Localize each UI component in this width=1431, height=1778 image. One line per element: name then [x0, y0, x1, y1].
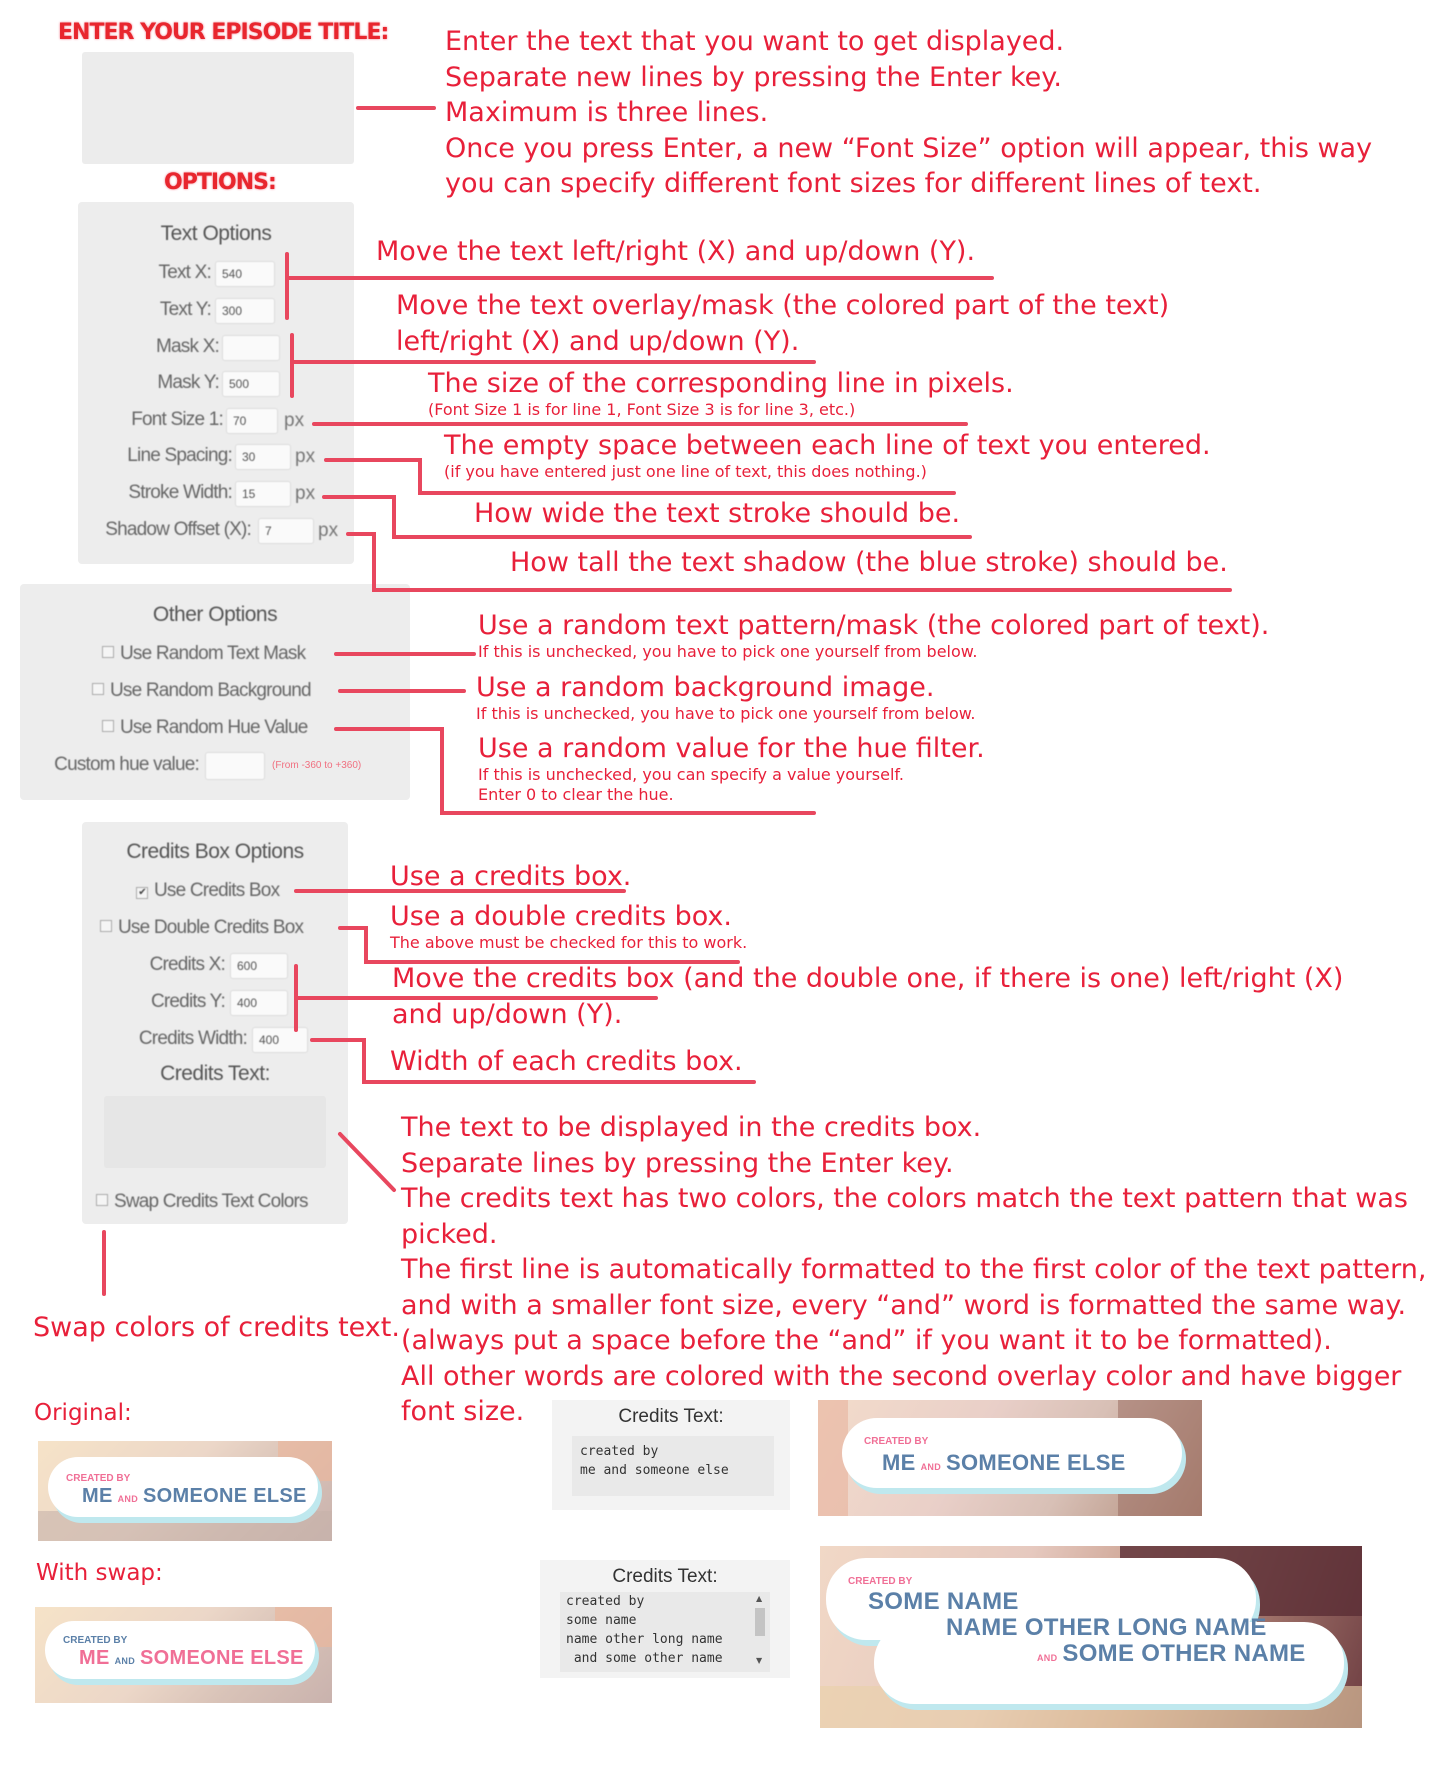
- annotation-line: and up/down (Y).: [392, 998, 623, 1030]
- annotation-note: The above must be checked for this to wo…: [390, 933, 748, 952]
- annotation-line: All other words are colored with the sec…: [401, 1360, 1402, 1392]
- and-word: AND: [114, 1656, 136, 1666]
- annotation-episode-title: Enter the text that you want to get disp…: [445, 24, 1372, 202]
- credits-text-example-2: Credits Text: created by some name name …: [540, 1560, 790, 1678]
- original-banner: CREATED BY ME AND SOMEONE ELSE: [38, 1441, 332, 1541]
- annotation-note: Enter 0 to clear the hue.: [478, 785, 674, 804]
- and-word: AND: [117, 1494, 139, 1504]
- swap-banner: CREATED BY ME AND SOMEONE ELSE: [35, 1607, 332, 1703]
- annotation-text-xy: Move the text left/right (X) and up/down…: [376, 236, 976, 267]
- annotation-line: Use a random background image.: [476, 672, 935, 703]
- annotation-line: left/right (X) and up/down (Y).: [396, 325, 800, 357]
- annotation-line: The first line is automatically formatte…: [401, 1254, 1427, 1285]
- annotation-line: Move the credits box (and the double one…: [392, 963, 1344, 994]
- swap-caption: With swap:: [36, 1560, 163, 1586]
- annotation-shadow-offset: How tall the text shadow (the blue strok…: [510, 547, 1228, 578]
- credit-line-1: SOME NAME: [868, 1588, 1019, 1615]
- created-by-label: CREATED BY: [66, 1473, 131, 1484]
- credit-line-3: AND SOME OTHER NAME: [1032, 1640, 1306, 1668]
- annotation-note: (if you have entered just one line of te…: [444, 462, 927, 481]
- credits-text-label: Credits Text:: [618, 1406, 724, 1427]
- annotation-credits-xy: Move the credits box (and the double one…: [392, 961, 1343, 1032]
- annotation-line: Maximum is three lines.: [445, 97, 769, 128]
- annotation-credits-text: The text to be displayed in the credits …: [401, 1110, 1426, 1430]
- scroll-down-icon[interactable]: ▼: [756, 1656, 762, 1665]
- annotation-line: Separate new lines by pressing the Enter…: [445, 61, 1062, 93]
- credits-names: ME AND SOMEONE ELSE: [79, 1647, 304, 1670]
- credits-textarea[interactable]: created by me and someone else: [572, 1436, 774, 1496]
- credit-name: SOME OTHER NAME: [1062, 1640, 1306, 1667]
- annotation-note: If this is unchecked, you have to pick o…: [476, 704, 976, 723]
- pointer-credits-text: [338, 1132, 396, 1192]
- credit-name: ME: [79, 1647, 110, 1669]
- and-word: AND: [1037, 1653, 1058, 1663]
- annotation-line: you can specify different font sizes for…: [445, 168, 1262, 199]
- credit-name: SOMEONE ELSE: [140, 1647, 304, 1669]
- annotation-line: Move the text overlay/mask (the colored …: [396, 290, 1170, 321]
- annotation-line: and with a smaller font size, every “and…: [401, 1289, 1407, 1321]
- annotation-line: (always put a space before the “and” if …: [401, 1325, 1332, 1356]
- created-by-label: CREATED BY: [864, 1436, 929, 1447]
- annotation-line: Once you press Enter, a new “Font Size” …: [445, 132, 1373, 164]
- credit-name: ME: [82, 1485, 113, 1507]
- annotation-random-hue: Use a random value for the hue filter. I…: [478, 733, 985, 805]
- annotation-credits-box: Use a credits box.: [390, 861, 632, 892]
- original-caption: Original:: [34, 1400, 132, 1426]
- annotation-line: The credits text has two colors, the col…: [401, 1183, 1408, 1214]
- annotation-note: If this is unchecked, you can specify a …: [478, 765, 904, 784]
- annotation-note: If this is unchecked, you have to pick o…: [478, 642, 978, 661]
- credit-name: SOMEONE ELSE: [946, 1450, 1126, 1475]
- annotation-line: The empty space between each line of tex…: [444, 430, 1211, 461]
- credits-text-example-1: Credits Text: created by me and someone …: [552, 1400, 790, 1510]
- credits-names: ME AND SOMEONE ELSE: [882, 1450, 1126, 1476]
- credits-names: ME AND SOMEONE ELSE: [82, 1485, 307, 1508]
- annotation-random-bg: Use a random background image. If this i…: [476, 672, 975, 724]
- and-word: AND: [920, 1462, 942, 1472]
- annotation-swap: Swap colors of credits text.: [33, 1312, 400, 1343]
- annotation-random-mask: Use a random text pattern/mask (the colo…: [478, 610, 1269, 662]
- scrollbar[interactable]: ▲ ▼: [754, 1594, 766, 1670]
- annotation-line: The size of the corresponding line in pi…: [428, 368, 1014, 399]
- credits-text-label: Credits Text:: [612, 1566, 718, 1587]
- annotation-line: Enter the text that you want to get disp…: [445, 26, 1065, 57]
- scroll-thumb[interactable]: [755, 1608, 765, 1636]
- annotation-mask-xy: Move the text overlay/mask (the colored …: [396, 288, 1169, 359]
- annotation-stroke-width: How wide the text stroke should be.: [474, 498, 961, 529]
- annotation-credits-width: Width of each credits box.: [390, 1046, 743, 1077]
- example-banner-double: CREATED BY SOME NAME NAME OTHER LONG NAM…: [820, 1546, 1362, 1728]
- annotation-line-spacing: The empty space between each line of tex…: [444, 430, 1211, 482]
- annotation-line: The text to be displayed in the credits …: [401, 1112, 982, 1143]
- annotation-line: Use a double credits box.: [390, 901, 732, 932]
- annotation-note: (Font Size 1 is for line 1, Font Size 3 …: [428, 400, 856, 419]
- annotation-line: Separate lines by pressing the Enter key…: [401, 1147, 954, 1179]
- created-by-label: CREATED BY: [63, 1635, 128, 1646]
- annotation-font-size: The size of the corresponding line in pi…: [428, 368, 1014, 420]
- annotation-line: Use a random text pattern/mask (the colo…: [478, 610, 1270, 641]
- example-banner-single: CREATED BY ME AND SOMEONE ELSE: [818, 1400, 1202, 1516]
- credits-textarea[interactable]: created by some name name other long nam…: [560, 1592, 770, 1672]
- annotation-double-box: Use a double credits box. The above must…: [390, 901, 747, 953]
- annotation-line: picked.: [401, 1218, 498, 1250]
- created-by-label: CREATED BY: [848, 1576, 913, 1587]
- credit-name: ME: [882, 1450, 916, 1475]
- credit-line-2: NAME OTHER LONG NAME: [946, 1614, 1267, 1641]
- scroll-up-icon[interactable]: ▲: [756, 1594, 762, 1603]
- annotation-line: Use a random value for the hue filter.: [478, 733, 985, 764]
- credit-name: SOMEONE ELSE: [143, 1485, 307, 1507]
